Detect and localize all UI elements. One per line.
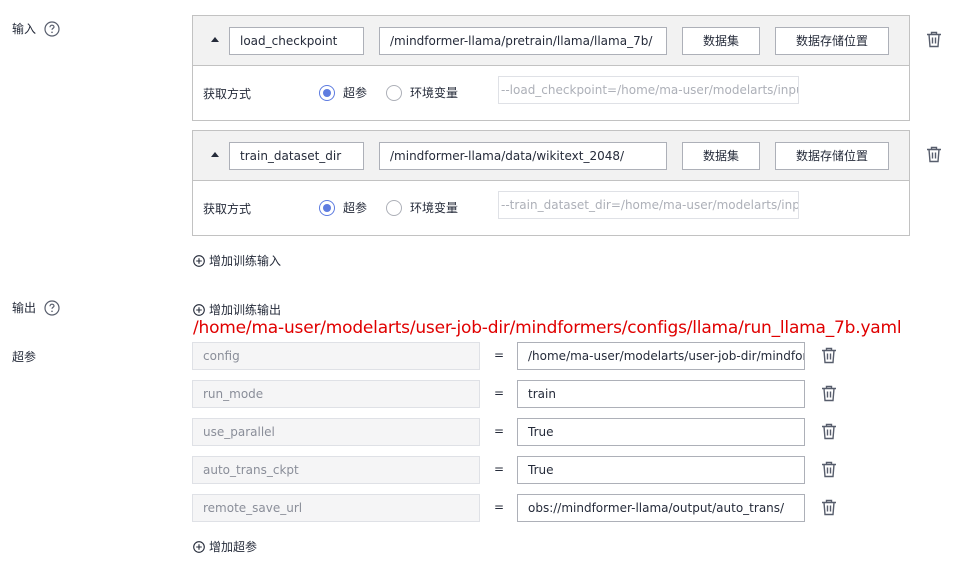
trash-icon[interactable] <box>821 347 837 364</box>
add-output-label: 增加训练输出 <box>209 303 282 317</box>
help-circle-icon[interactable] <box>44 20 60 37</box>
add-input-link[interactable]: 增加训练输入 <box>193 252 281 269</box>
caret-up-icon[interactable] <box>211 152 219 157</box>
equals-sign: = <box>494 462 505 476</box>
trash-icon[interactable] <box>821 461 837 478</box>
radio-button[interactable] <box>386 84 402 101</box>
hyperparams-section-label: 超参 <box>12 348 36 365</box>
hyperparam-key: auto_trans_ckpt <box>192 456 480 484</box>
input-card-load-checkpoint: load_checkpoint /mindformer-llama/pretra… <box>192 15 910 121</box>
equals-sign: = <box>494 348 505 362</box>
add-hyperparam-link[interactable]: 增加超参 <box>193 538 257 555</box>
radio-hyperparam-label: 超参 <box>343 201 368 215</box>
hyperparam-key: run_mode <box>192 380 480 408</box>
hyperparams-label: 超参 <box>12 350 37 364</box>
caret-up-icon[interactable] <box>211 37 219 42</box>
input-label: 输入 <box>12 22 37 36</box>
hyperparam-value-input[interactable]: /home/ma-user/modelarts/user-job-dir/min… <box>517 342 805 370</box>
trash-icon[interactable] <box>821 499 837 516</box>
storage-location-button[interactable]: 数据存储位置 <box>775 27 889 55</box>
trash-icon[interactable] <box>926 146 942 163</box>
radio-env-label: 环境变量 <box>410 86 459 100</box>
radio-button-selected[interactable] <box>319 84 335 101</box>
input-name-field[interactable]: train_dataset_dir <box>229 142 364 170</box>
input-card-train-dataset-dir: train_dataset_dir /mindformer-llama/data… <box>192 130 910 236</box>
help-circle-icon[interactable] <box>44 299 60 316</box>
hyperparam-value-input[interactable]: True <box>517 418 805 446</box>
annotation-config-path: /home/ma-user/modelarts/user-job-dir/min… <box>193 318 902 338</box>
input-path-field[interactable]: /mindformer-llama/data/wikitext_2048/ <box>379 142 667 170</box>
method-label: 获取方式 <box>203 87 252 101</box>
hyperparam-key: use_parallel <box>192 418 480 446</box>
add-output-link[interactable]: 增加训练输出 <box>193 301 281 318</box>
add-input-label: 增加训练输入 <box>209 254 282 268</box>
input-path-field[interactable]: /mindformer-llama/pretrain/llama/llama_7… <box>379 27 667 55</box>
hyperparam-key: remote_save_url <box>192 494 480 522</box>
radio-button[interactable] <box>386 199 402 216</box>
radio-hyperparam[interactable]: 超参 <box>319 84 367 101</box>
argument-preview: --load_checkpoint=/home/ma-user/modelart… <box>498 76 799 104</box>
radio-button-selected[interactable] <box>319 199 335 216</box>
plus-circle-icon <box>193 540 205 553</box>
radio-env-label: 环境变量 <box>410 201 459 215</box>
trash-icon[interactable] <box>821 385 837 402</box>
input-card-header: train_dataset_dir /mindformer-llama/data… <box>193 131 909 181</box>
add-hyperparam-label: 增加超参 <box>209 540 258 554</box>
radio-env[interactable]: 环境变量 <box>386 84 458 101</box>
equals-sign: = <box>494 500 505 514</box>
output-section-label: 输出 <box>12 299 60 316</box>
argument-preview: --train_dataset_dir=/home/ma-user/modela… <box>498 191 799 219</box>
trash-icon[interactable] <box>926 31 942 48</box>
input-card-header: load_checkpoint /mindformer-llama/pretra… <box>193 16 909 66</box>
hyperparam-key: config <box>192 342 480 370</box>
input-card-body: 获取方式 超参 环境变量 --load_checkpoint=/home/ma-… <box>193 66 909 120</box>
method-label: 获取方式 <box>203 202 252 216</box>
input-section-label: 输入 <box>12 20 60 37</box>
dataset-button[interactable]: 数据集 <box>682 27 760 55</box>
radio-hyperparam[interactable]: 超参 <box>319 199 367 216</box>
equals-sign: = <box>494 386 505 400</box>
equals-sign: = <box>494 424 505 438</box>
dataset-button[interactable]: 数据集 <box>682 142 760 170</box>
input-name-field[interactable]: load_checkpoint <box>229 27 364 55</box>
hyperparam-value-input[interactable]: True <box>517 456 805 484</box>
trash-icon[interactable] <box>821 423 837 440</box>
radio-hyperparam-label: 超参 <box>343 86 368 100</box>
plus-circle-icon <box>193 303 205 316</box>
radio-env[interactable]: 环境变量 <box>386 199 458 216</box>
plus-circle-icon <box>193 254 205 267</box>
output-label: 输出 <box>12 301 37 315</box>
storage-location-button[interactable]: 数据存储位置 <box>775 142 889 170</box>
hyperparam-value-input[interactable]: train <box>517 380 805 408</box>
hyperparam-value-input[interactable]: obs://mindformer-llama/output/auto_trans… <box>517 494 805 522</box>
input-card-body: 获取方式 超参 环境变量 --train_dataset_dir=/home/m… <box>193 181 909 235</box>
